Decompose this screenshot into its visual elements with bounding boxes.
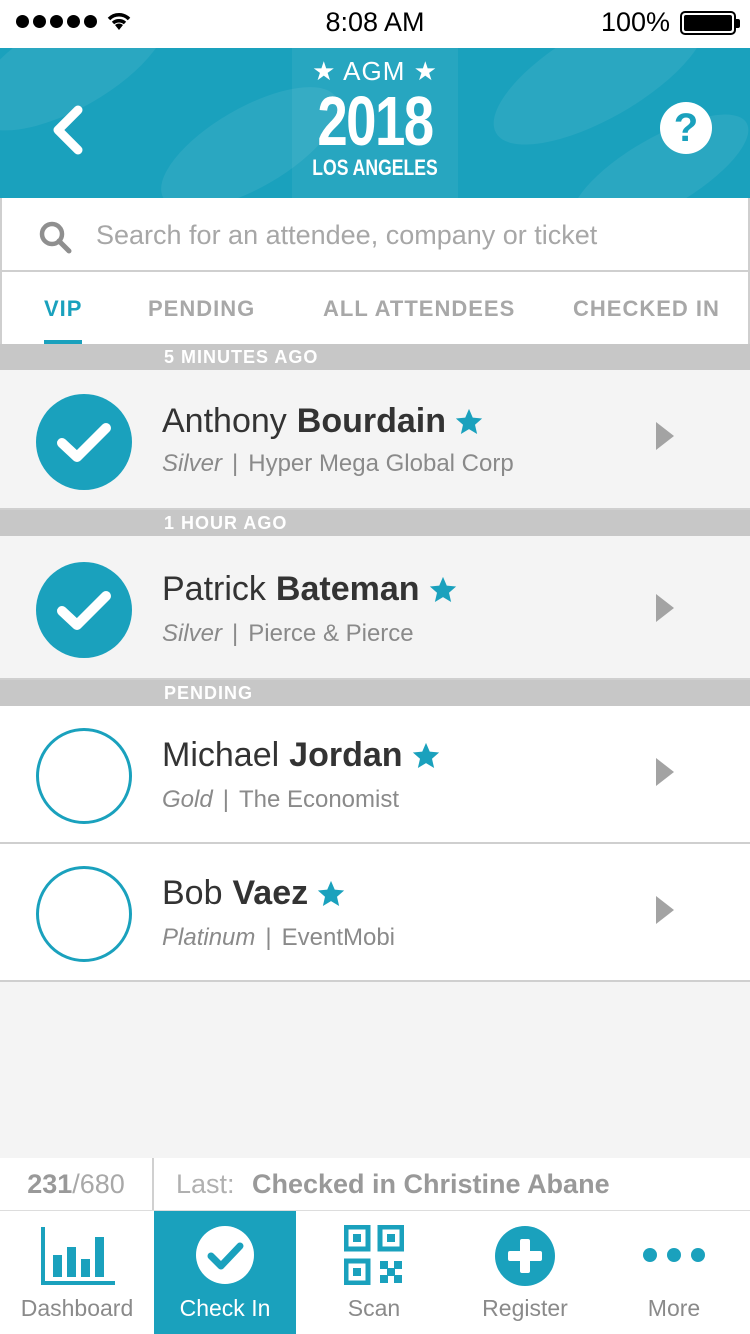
tab-vip[interactable]: VIP	[44, 296, 83, 348]
check-in-toggle[interactable]	[36, 866, 132, 962]
logo-year: 2018	[317, 82, 434, 160]
attendee-details: Platinum | EventMobi	[162, 924, 395, 951]
search-bar	[0, 198, 750, 272]
app-header: ★ AGM ★ 2018 LOS ANGELES ?	[0, 48, 750, 198]
bottom-nav: Dashboard Check In Scan Register More	[0, 1210, 750, 1334]
filter-tabs: VIP PENDING ALL ATTENDEES CHECKED IN	[0, 272, 750, 348]
chevron-right-icon[interactable]	[654, 420, 676, 452]
vip-star-icon	[429, 576, 456, 602]
vip-star-icon	[412, 742, 439, 768]
last-checkin-value: Checked in Christine Abane	[252, 1169, 610, 1199]
tab-checked-in[interactable]: CHECKED IN	[573, 296, 720, 322]
nav-scan[interactable]: Scan	[296, 1211, 452, 1334]
first-name: Anthony	[162, 402, 287, 440]
search-icon	[39, 221, 72, 254]
check-circle-icon	[196, 1226, 254, 1284]
company: EventMobi	[281, 924, 395, 951]
attendee-row[interactable]: Bob Vaez Platinum | EventMobi	[0, 844, 750, 982]
nav-register[interactable]: Register	[452, 1211, 598, 1334]
first-name: Michael	[162, 736, 280, 774]
company: Pierce & Pierce	[248, 620, 414, 647]
last-name: Bourdain	[296, 402, 446, 440]
checked-in-toggle[interactable]	[36, 394, 132, 490]
nav-check-in[interactable]: Check In	[154, 1211, 296, 1334]
attendee-row[interactable]: Patrick Bateman Silver | Pierce & Pierce	[0, 536, 750, 680]
last-checkin-label: Last:	[176, 1169, 235, 1199]
chevron-right-icon[interactable]	[654, 756, 676, 788]
event-logo: ★ AGM ★ 2018 LOS ANGELES	[292, 48, 458, 198]
first-name: Patrick	[162, 570, 266, 608]
attendee-details: Gold | The Economist	[162, 786, 400, 813]
checkin-count: 231/680	[0, 1158, 154, 1210]
ticket-tier: Platinum	[162, 924, 256, 951]
last-name: Vaez	[232, 874, 309, 912]
nav-label: More	[647, 1295, 701, 1321]
attendee-details: Silver | Pierce & Pierce	[162, 620, 414, 647]
attendee-row[interactable]: Anthony Bourdain Silver | Hyper Mega Globa…	[0, 370, 750, 510]
nav-more[interactable]: More	[598, 1211, 750, 1334]
nav-dashboard[interactable]: Dashboard	[0, 1211, 154, 1334]
qr-code-icon	[344, 1225, 404, 1285]
status-bar: 8:08 AM 100%	[0, 0, 750, 48]
first-name: Bob	[162, 874, 223, 912]
checkmark-icon	[57, 423, 111, 462]
company: The Economist	[238, 786, 400, 813]
more-dots-icon	[643, 1248, 705, 1262]
total-count: /680	[72, 1169, 125, 1199]
attendee-name: Bob Vaez	[162, 874, 346, 913]
attendee-name: Patrick Bateman	[162, 570, 458, 609]
chevron-right-icon[interactable]	[654, 894, 676, 926]
battery-percent: 100%	[600, 7, 670, 37]
nav-label: Scan	[347, 1295, 401, 1321]
section-header: 1 HOUR AGO	[0, 510, 750, 536]
checkin-stats-bar: 231/680 Last: Checked in Christine Abane	[0, 1158, 750, 1210]
help-button[interactable]: ?	[660, 102, 712, 154]
attendee-details: Silver | Hyper Mega Global Corp	[162, 450, 514, 477]
search-input[interactable]	[96, 214, 726, 256]
chevron-right-icon[interactable]	[654, 592, 676, 624]
ticket-tier: Gold	[162, 786, 213, 813]
checked-in-toggle[interactable]	[36, 562, 132, 658]
check-in-toggle[interactable]	[36, 728, 132, 824]
bar-chart-icon	[41, 1227, 115, 1285]
attendee-name: Anthony Bourdain	[162, 402, 484, 441]
last-name: Bateman	[275, 570, 420, 608]
battery-icon	[680, 10, 740, 35]
checkmark-icon	[57, 591, 111, 630]
last-name: Jordan	[289, 736, 403, 774]
logo-city: LOS ANGELES	[312, 155, 438, 180]
attendee-row[interactable]: Michael Jordan Gold | The Economist	[0, 706, 750, 844]
section-header: 5 MINUTES AGO	[0, 344, 750, 370]
tab-pending[interactable]: PENDING	[148, 296, 255, 322]
ticket-tier: Silver	[162, 620, 223, 647]
vip-star-icon	[455, 408, 483, 434]
nav-label: Register	[482, 1295, 568, 1321]
nav-label: Check In	[179, 1295, 271, 1321]
back-arrow-icon[interactable]	[40, 100, 100, 160]
company: Hyper Mega Global Corp	[248, 450, 514, 477]
section-header: PENDING	[0, 680, 750, 706]
ticket-tier: Silver	[162, 450, 223, 477]
checked-count: 231	[27, 1169, 73, 1199]
battery-status: 100%	[600, 7, 740, 38]
vip-star-icon	[318, 880, 345, 906]
nav-label: Dashboard	[20, 1295, 134, 1321]
tab-all-attendees[interactable]: ALL ATTENDEES	[323, 296, 515, 322]
plus-circle-icon	[495, 1226, 555, 1286]
attendee-name: Michael Jordan	[162, 736, 441, 775]
